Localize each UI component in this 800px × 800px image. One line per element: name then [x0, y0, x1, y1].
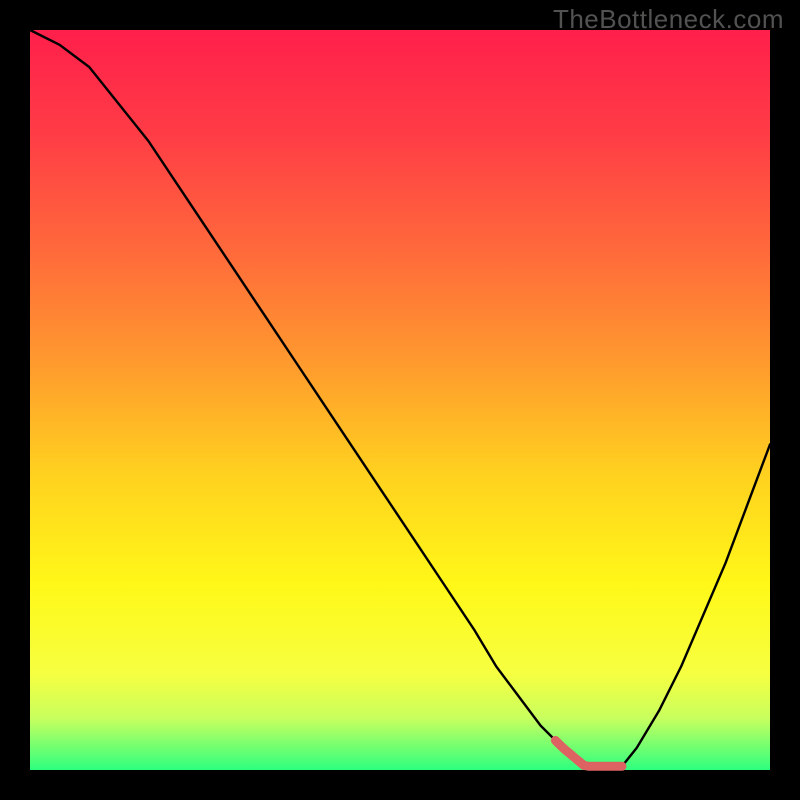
chart-container: TheBottleneck.com: [0, 0, 800, 800]
watermark-brand: TheBottleneck.com: [553, 4, 784, 35]
bottleneck-chart: [0, 0, 800, 800]
plot-area: [30, 30, 770, 770]
